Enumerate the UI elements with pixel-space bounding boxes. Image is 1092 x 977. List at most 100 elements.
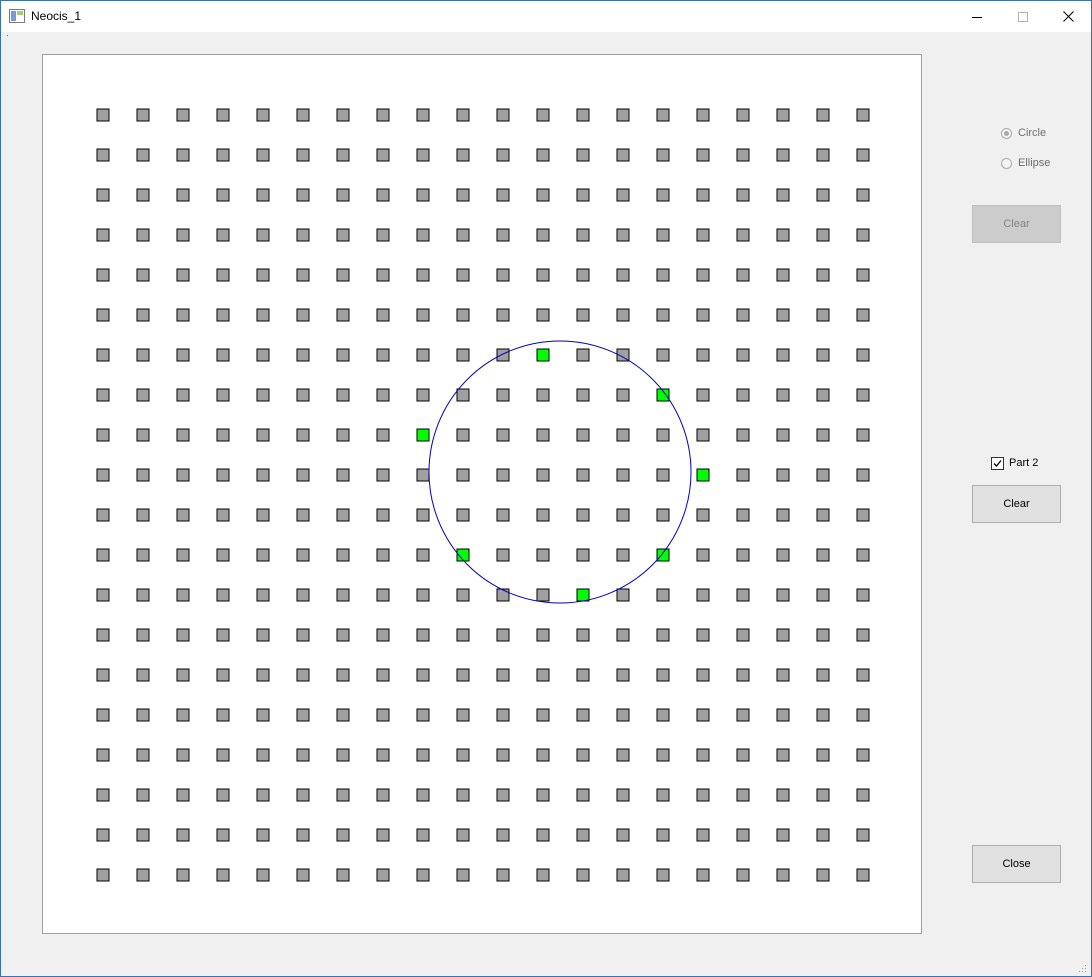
grid-point[interactable] [856, 548, 870, 562]
grid-point[interactable] [576, 108, 590, 122]
grid-point[interactable] [96, 388, 110, 402]
grid-point[interactable] [216, 868, 230, 882]
grid-point[interactable] [496, 628, 510, 642]
grid-point[interactable] [456, 468, 470, 482]
grid-point[interactable] [576, 388, 590, 402]
grid-point[interactable] [216, 268, 230, 282]
grid-point[interactable] [256, 748, 270, 762]
grid-point[interactable] [776, 268, 790, 282]
grid-point[interactable] [496, 828, 510, 842]
grid-point[interactable] [256, 668, 270, 682]
grid-point[interactable] [176, 188, 190, 202]
grid-point[interactable] [776, 508, 790, 522]
grid-point[interactable] [456, 828, 470, 842]
grid-point[interactable] [696, 588, 710, 602]
part2-checkbox[interactable]: Part 2 [991, 455, 1038, 471]
grid-point[interactable] [216, 388, 230, 402]
grid-point[interactable] [376, 748, 390, 762]
grid-point[interactable] [216, 188, 230, 202]
grid-point[interactable] [616, 188, 630, 202]
grid-point[interactable] [496, 108, 510, 122]
grid-point[interactable] [656, 668, 670, 682]
grid-point[interactable] [336, 788, 350, 802]
grid-point[interactable] [336, 308, 350, 322]
grid-point[interactable] [736, 388, 750, 402]
grid-point[interactable] [216, 148, 230, 162]
grid-point[interactable] [96, 228, 110, 242]
grid-point[interactable] [616, 748, 630, 762]
grid-point[interactable] [216, 348, 230, 362]
grid-point[interactable] [816, 628, 830, 642]
grid-point[interactable] [256, 228, 270, 242]
grid-point[interactable] [136, 268, 150, 282]
grid-point[interactable] [456, 308, 470, 322]
grid-point[interactable] [776, 588, 790, 602]
grid-point[interactable] [776, 308, 790, 322]
grid-point[interactable] [736, 348, 750, 362]
grid-point[interactable] [336, 828, 350, 842]
grid-point[interactable] [696, 788, 710, 802]
grid-point[interactable] [416, 268, 430, 282]
grid-point[interactable] [376, 388, 390, 402]
grid-point[interactable] [576, 468, 590, 482]
grid-point[interactable] [296, 388, 310, 402]
grid-point[interactable] [416, 308, 430, 322]
grid-point[interactable] [456, 628, 470, 642]
grid-point[interactable] [296, 588, 310, 602]
grid-point[interactable] [576, 188, 590, 202]
grid-point[interactable] [376, 668, 390, 682]
grid-point[interactable] [856, 508, 870, 522]
grid-point[interactable] [96, 468, 110, 482]
grid-point[interactable] [816, 788, 830, 802]
grid-point[interactable] [576, 628, 590, 642]
grid-point[interactable] [696, 708, 710, 722]
grid-point[interactable] [536, 628, 550, 642]
grid-point[interactable] [616, 788, 630, 802]
grid-point[interactable] [296, 188, 310, 202]
grid-point[interactable] [256, 588, 270, 602]
grid-point[interactable] [856, 428, 870, 442]
grid-point[interactable] [456, 588, 470, 602]
grid-point[interactable] [656, 748, 670, 762]
grid-point[interactable] [176, 668, 190, 682]
grid-point[interactable] [336, 668, 350, 682]
grid-point[interactable] [656, 428, 670, 442]
grid-point[interactable] [536, 308, 550, 322]
grid-point[interactable] [776, 828, 790, 842]
grid-point[interactable] [616, 668, 630, 682]
grid-point[interactable] [856, 628, 870, 642]
grid-point[interactable] [256, 428, 270, 442]
grid-point[interactable] [376, 468, 390, 482]
grid-point[interactable] [536, 428, 550, 442]
grid-point[interactable] [376, 428, 390, 442]
grid-point[interactable] [736, 228, 750, 242]
grid-point[interactable] [776, 228, 790, 242]
grid-point[interactable] [656, 268, 670, 282]
grid-point[interactable] [136, 668, 150, 682]
grid-point[interactable] [496, 748, 510, 762]
grid-point[interactable] [736, 188, 750, 202]
grid-point[interactable] [496, 188, 510, 202]
grid-point[interactable] [296, 548, 310, 562]
grid-point[interactable] [216, 508, 230, 522]
grid-point[interactable] [456, 508, 470, 522]
grid-point[interactable] [456, 228, 470, 242]
grid-point[interactable] [416, 828, 430, 842]
grid-point[interactable] [576, 148, 590, 162]
grid-point[interactable] [176, 108, 190, 122]
grid-point[interactable] [336, 748, 350, 762]
grid-point[interactable] [456, 268, 470, 282]
grid-point[interactable] [736, 468, 750, 482]
grid-point[interactable] [376, 348, 390, 362]
grid-point[interactable] [296, 668, 310, 682]
grid-point[interactable] [816, 348, 830, 362]
grid-point[interactable] [856, 388, 870, 402]
grid-point[interactable] [456, 348, 470, 362]
circle-radio[interactable]: Circle [1001, 125, 1046, 141]
grid-point[interactable] [576, 708, 590, 722]
grid-point[interactable] [736, 428, 750, 442]
grid-point[interactable] [576, 828, 590, 842]
grid-point[interactable] [816, 668, 830, 682]
grid-point[interactable] [256, 108, 270, 122]
ellipse-radio[interactable]: Ellipse [1001, 155, 1050, 171]
